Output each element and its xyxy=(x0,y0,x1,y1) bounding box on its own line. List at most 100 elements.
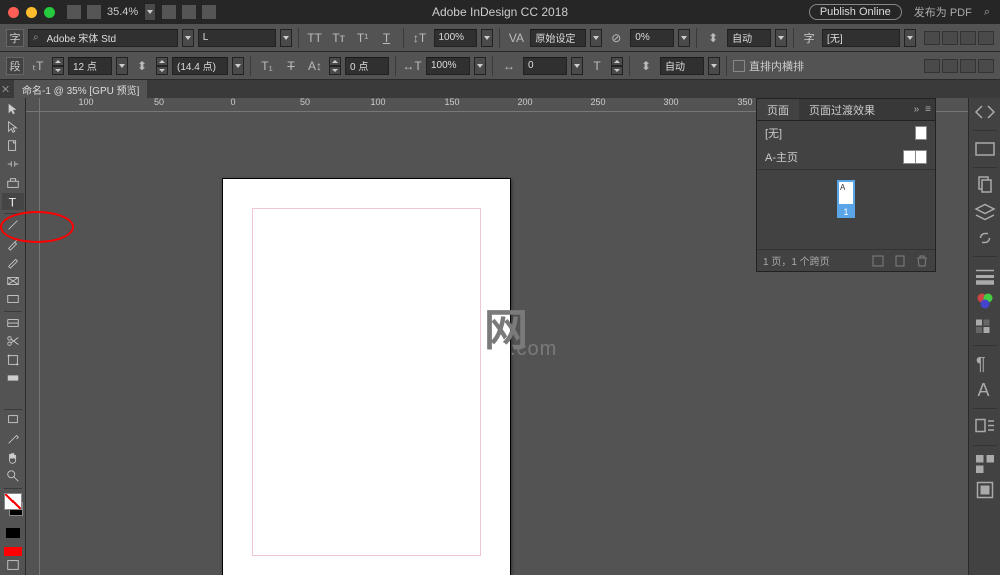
pen-tool[interactable] xyxy=(2,235,24,253)
baseline-stepper[interactable] xyxy=(329,57,341,75)
baseline-field[interactable]: 0 点 xyxy=(345,57,389,75)
subscript-icon[interactable]: T₁ xyxy=(257,57,277,75)
small-caps-icon[interactable]: Tᴛ xyxy=(329,29,349,47)
page-transitions-tab[interactable]: 页面过渡效果 xyxy=(799,99,885,120)
strikethrough-icon[interactable]: T xyxy=(281,57,301,75)
auto-dropdown-2[interactable] xyxy=(708,57,720,75)
swatches-dock-icon[interactable] xyxy=(973,317,997,337)
fill-swatch[interactable] xyxy=(4,493,22,511)
font-style-field[interactable]: L xyxy=(198,29,276,47)
align-dock-icon[interactable] xyxy=(973,454,997,474)
paragraph-styles-dock-icon[interactable]: ¶ xyxy=(973,354,997,374)
publish-online-button[interactable]: Publish Online xyxy=(809,4,902,20)
char-style-field[interactable]: [无] xyxy=(822,29,900,47)
kerning-dropdown[interactable] xyxy=(590,29,602,47)
tracking-field-2[interactable]: 0 xyxy=(523,57,567,75)
bridge-icon[interactable] xyxy=(87,5,101,19)
char-style-dropdown[interactable] xyxy=(904,29,916,47)
font-family-dropdown[interactable] xyxy=(182,29,194,47)
all-caps-icon[interactable]: TT xyxy=(305,29,325,47)
help-search-icon[interactable]: ⌕ xyxy=(984,6,990,19)
layers-dock-icon[interactable] xyxy=(973,202,997,222)
pages-tab[interactable]: 页面 xyxy=(757,99,799,120)
pencil-tool[interactable] xyxy=(2,253,24,271)
gap-tool[interactable] xyxy=(2,156,24,174)
master-a-row[interactable]: A-主页 xyxy=(757,145,935,169)
close-window-button[interactable] xyxy=(8,7,19,18)
screen-mode-icon[interactable] xyxy=(182,5,196,19)
dock-expand-icon[interactable] xyxy=(973,102,997,122)
font-size-field[interactable]: 12 点 xyxy=(68,57,112,75)
justify-left-button[interactable] xyxy=(924,59,940,73)
cc-libraries-icon[interactable] xyxy=(973,139,997,159)
align-left-button[interactable] xyxy=(924,31,940,45)
character-styles-dock-icon[interactable]: A xyxy=(973,380,997,400)
font-size-dropdown[interactable] xyxy=(116,57,128,75)
auto-field-1[interactable]: 自动 xyxy=(727,29,771,47)
vertical-ruler[interactable] xyxy=(26,98,40,575)
stroke-dock-icon[interactable] xyxy=(973,265,997,285)
auto-dropdown-1[interactable] xyxy=(775,29,787,47)
leading-stepper[interactable] xyxy=(156,57,168,75)
page-tool[interactable] xyxy=(2,137,24,155)
superscript-icon[interactable]: T¹ xyxy=(353,29,373,47)
font-family-field[interactable]: ⌕Adobe 宋体 Std xyxy=(28,29,178,47)
align-justify-button[interactable] xyxy=(978,31,994,45)
panel-collapse-icon[interactable]: » xyxy=(914,104,920,115)
font-size-stepper[interactable] xyxy=(52,57,64,75)
tracking-field[interactable]: 0% xyxy=(630,29,674,47)
rectangle-tool[interactable] xyxy=(2,290,24,308)
align-right-button[interactable] xyxy=(960,31,976,45)
justify-center-button[interactable] xyxy=(942,59,958,73)
char-panel-toggle[interactable]: 字 xyxy=(6,29,24,47)
auto-field-2[interactable]: 自动 xyxy=(660,57,704,75)
apply-color-button[interactable] xyxy=(2,524,24,542)
zoom-display[interactable]: 35.4% xyxy=(107,6,138,18)
minimize-window-button[interactable] xyxy=(26,7,37,18)
leading-dropdown[interactable] xyxy=(232,57,244,75)
pages-dock-icon[interactable] xyxy=(973,176,997,196)
apply-gradient-button[interactable] xyxy=(4,547,22,557)
justify-all-button[interactable] xyxy=(978,59,994,73)
hand-tool[interactable] xyxy=(2,449,24,467)
links-dock-icon[interactable] xyxy=(973,228,997,248)
leading-field[interactable]: (14.4 点) xyxy=(172,57,228,75)
horiz-scale-dropdown[interactable] xyxy=(481,29,493,47)
horizontal-grid-tool[interactable] xyxy=(2,314,24,332)
panel-menu-icon[interactable]: ≡ xyxy=(925,104,931,115)
ruler-origin[interactable] xyxy=(26,98,40,112)
font-style-dropdown[interactable] xyxy=(280,29,292,47)
tracking-dropdown-2[interactable] xyxy=(571,57,583,75)
view-options-icon[interactable] xyxy=(162,5,176,19)
scissors-tool[interactable] xyxy=(2,333,24,351)
eyedropper-tool[interactable] xyxy=(2,430,24,448)
zoom-tool[interactable] xyxy=(2,467,24,485)
tab-close-button[interactable] xyxy=(2,85,10,93)
canvas-area[interactable]: 10050050100150200250300350400 网 .com 页面 … xyxy=(26,98,968,575)
new-page-icon[interactable] xyxy=(893,254,907,268)
arrange-icon[interactable] xyxy=(202,5,216,19)
document-page[interactable] xyxy=(222,178,511,575)
zoom-dropdown[interactable] xyxy=(144,3,156,21)
rectangle-frame-tool[interactable] xyxy=(2,272,24,290)
para-panel-toggle[interactable]: 段 xyxy=(6,57,24,75)
type-tool[interactable]: T xyxy=(2,193,24,211)
maximize-window-button[interactable] xyxy=(44,7,55,18)
note-tool[interactable] xyxy=(2,412,24,430)
horiz-scale-field[interactable]: 100% xyxy=(434,29,478,47)
gradient-feather-tool[interactable] xyxy=(2,388,24,406)
skew-stepper[interactable] xyxy=(611,57,623,75)
edit-page-size-icon[interactable] xyxy=(871,254,885,268)
underline-icon[interactable]: T xyxy=(377,29,397,47)
view-mode-button[interactable] xyxy=(2,556,24,574)
delete-page-icon[interactable] xyxy=(915,254,929,268)
justify-right-button[interactable] xyxy=(960,59,976,73)
tatechuyoko-checkbox[interactable]: 直排内横排 xyxy=(733,58,804,74)
color-dock-icon[interactable] xyxy=(973,291,997,311)
line-tool[interactable] xyxy=(2,216,24,234)
object-styles-dock-icon[interactable] xyxy=(973,480,997,500)
direct-selection-tool[interactable] xyxy=(2,119,24,137)
content-collector-tool[interactable] xyxy=(2,174,24,192)
page-1-item[interactable]: A 1 xyxy=(837,180,855,218)
vert-scale-dropdown[interactable] xyxy=(474,57,486,75)
